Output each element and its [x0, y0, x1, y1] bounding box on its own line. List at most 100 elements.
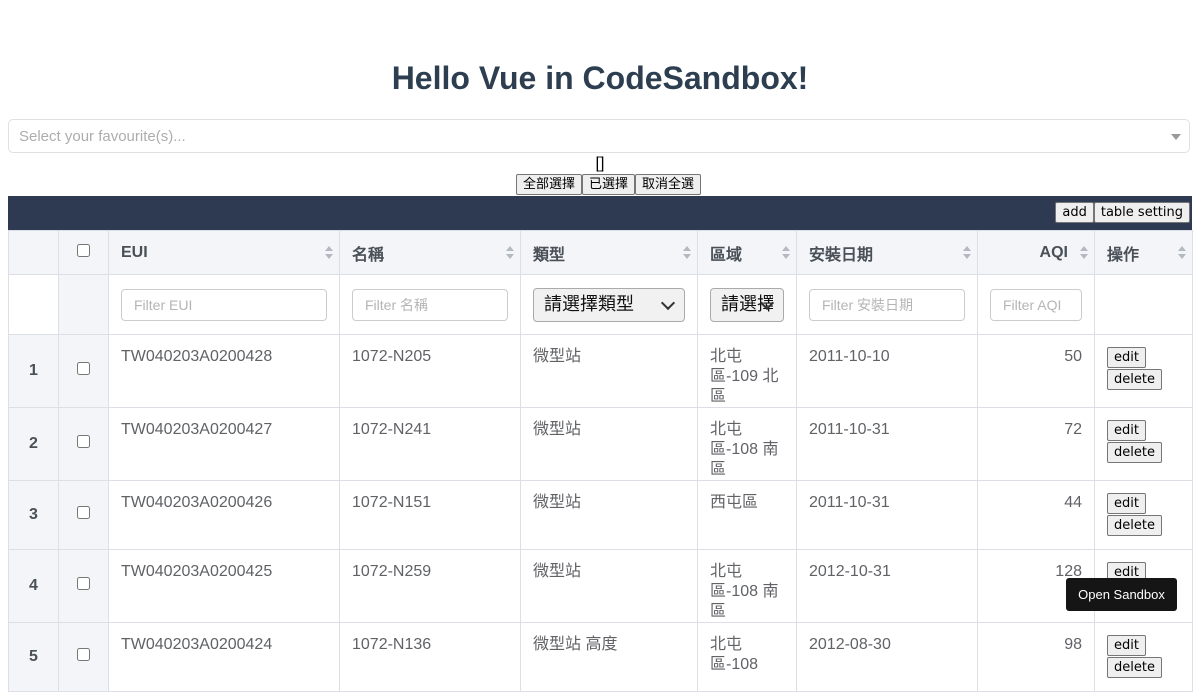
- filter-aqi-input[interactable]: [990, 288, 1082, 321]
- table-row[interactable]: 3 TW040203A0200426 1072-N151 微型站 西屯區 201…: [8, 480, 1193, 550]
- cell-actions: editdelete: [1094, 407, 1193, 481]
- selected-button[interactable]: 已選擇: [582, 174, 636, 195]
- delete-button[interactable]: delete: [1107, 442, 1162, 463]
- cell-date: 2012-08-30: [796, 622, 978, 692]
- cell-name: 1072-N205: [339, 334, 521, 408]
- cell-date: 2011-10-31: [796, 407, 978, 481]
- filter-name-cell: [339, 274, 521, 335]
- sort-icon[interactable]: [963, 246, 971, 260]
- delete-button[interactable]: delete: [1107, 515, 1162, 536]
- edit-button[interactable]: edit: [1107, 420, 1146, 441]
- table-row[interactable]: 5 TW040203A0200424 1072-N136 微型站 高度 北屯區-…: [8, 622, 1193, 692]
- row-select-cell: [58, 622, 109, 692]
- row-number: 5: [8, 622, 59, 692]
- row-checkbox[interactable]: [77, 506, 90, 519]
- row-select-cell: [58, 480, 109, 550]
- cell-name: 1072-N241: [339, 407, 521, 481]
- select-all-button[interactable]: 全部選擇: [516, 174, 583, 195]
- row-number: 4: [8, 549, 59, 623]
- edit-button[interactable]: edit: [1107, 347, 1146, 368]
- filter-actions-cell: [1094, 274, 1193, 335]
- cell-eui: TW040203A0200424: [108, 622, 340, 692]
- filter-name-input[interactable]: [352, 288, 508, 321]
- row-checkbox[interactable]: [77, 435, 90, 448]
- table-row[interactable]: 2 TW040203A0200427 1072-N241 微型站 北屯區-108…: [8, 407, 1193, 481]
- table-row[interactable]: 1 TW040203A0200428 1072-N205 微型站 北屯區-109…: [8, 334, 1193, 408]
- cell-eui: TW040203A0200427: [108, 407, 340, 481]
- cell-type: 微型站: [520, 407, 698, 481]
- select-all-checkbox[interactable]: [77, 243, 90, 257]
- selection-mode-buttons: 全部選擇 已選擇 取消全選: [516, 174, 702, 195]
- cell-eui: TW040203A0200425: [108, 549, 340, 623]
- cell-type: 微型站 高度: [520, 622, 698, 692]
- header-aqi[interactable]: AQI: [977, 230, 1095, 275]
- delete-button[interactable]: delete: [1107, 657, 1162, 678]
- add-button[interactable]: add: [1055, 202, 1094, 223]
- cell-aqi: 72: [977, 407, 1095, 481]
- cell-date: 2012-10-31: [796, 549, 978, 623]
- header-eui[interactable]: EUI: [108, 230, 340, 275]
- cell-area: 北屯區-108 南區: [697, 407, 797, 481]
- edit-button[interactable]: edit: [1107, 635, 1146, 656]
- toolbar-actions: add table setting: [1055, 202, 1190, 223]
- table-row[interactable]: 4 TW040203A0200425 1072-N259 微型站 北屯區-108…: [8, 549, 1193, 623]
- row-number: 3: [8, 480, 59, 550]
- row-checkbox[interactable]: [77, 577, 90, 590]
- cell-type: 微型站: [520, 480, 698, 550]
- filter-eui-input[interactable]: [121, 288, 327, 321]
- cell-type: 微型站: [520, 334, 698, 408]
- cell-name: 1072-N136: [339, 622, 521, 692]
- row-checkbox[interactable]: [77, 648, 90, 661]
- sort-icon[interactable]: [1080, 246, 1088, 260]
- row-select-cell: [58, 549, 109, 623]
- cell-date: 2011-10-10: [796, 334, 978, 408]
- favourites-multiselect[interactable]: Select your favourite(s)...: [8, 119, 1190, 153]
- table-setting-button[interactable]: table setting: [1093, 202, 1190, 223]
- chevron-down-icon[interactable]: [1171, 134, 1181, 140]
- header-name[interactable]: 名稱: [339, 230, 521, 275]
- filter-eui-cell: [108, 274, 340, 335]
- open-sandbox-button[interactable]: Open Sandbox: [1066, 578, 1177, 611]
- edit-button[interactable]: edit: [1107, 493, 1146, 514]
- filter-date-cell: [796, 274, 978, 335]
- header-type[interactable]: 類型: [520, 230, 698, 275]
- data-table: EUI 名稱 類型 區域 安裝日期 AQI 操作 請選擇類型 請選擇區域 1 T…: [8, 230, 1193, 692]
- sort-icon[interactable]: [325, 246, 333, 260]
- header-date[interactable]: 安裝日期: [796, 230, 978, 275]
- filter-check-cell: [58, 274, 109, 335]
- header-index: [8, 230, 59, 275]
- row-select-cell: [58, 407, 109, 481]
- cell-area: 北屯區-108: [697, 622, 797, 692]
- header-area[interactable]: 區域: [697, 230, 797, 275]
- sort-icon[interactable]: [782, 246, 790, 260]
- header-row: EUI 名稱 類型 區域 安裝日期 AQI 操作: [8, 230, 1193, 275]
- deselect-all-button[interactable]: 取消全選: [635, 174, 702, 195]
- filter-area-select[interactable]: 請選擇區域: [710, 287, 784, 322]
- page-title: Hello Vue in CodeSandbox!: [391, 60, 809, 96]
- sort-icon[interactable]: [506, 246, 514, 260]
- sort-icon[interactable]: [683, 246, 691, 260]
- row-number: 2: [8, 407, 59, 481]
- filter-row: 請選擇類型 請選擇區域: [8, 274, 1193, 335]
- sort-icon[interactable]: [1178, 246, 1186, 260]
- header-actions[interactable]: 操作: [1094, 230, 1193, 275]
- cell-area: 西屯區: [697, 480, 797, 550]
- cell-actions: editdelete: [1094, 622, 1193, 692]
- cell-area: 北屯區-109 北區: [697, 334, 797, 408]
- cell-area: 北屯區-108 南區: [697, 549, 797, 623]
- cell-eui: TW040203A0200428: [108, 334, 340, 408]
- header-select-all: [58, 230, 109, 275]
- filter-date-input[interactable]: [809, 288, 965, 321]
- selected-output: []: [595, 155, 605, 172]
- cell-aqi: 98: [977, 622, 1095, 692]
- cell-name: 1072-N151: [339, 480, 521, 550]
- cell-type: 微型站: [520, 549, 698, 623]
- filter-index-cell: [8, 274, 59, 335]
- filter-type-cell: 請選擇類型: [520, 274, 698, 335]
- row-select-cell: [58, 334, 109, 408]
- row-number: 1: [8, 334, 59, 408]
- row-checkbox[interactable]: [77, 362, 90, 375]
- cell-aqi: 44: [977, 480, 1095, 550]
- delete-button[interactable]: delete: [1107, 369, 1162, 390]
- multiselect-placeholder: Select your favourite(s)...: [19, 128, 186, 145]
